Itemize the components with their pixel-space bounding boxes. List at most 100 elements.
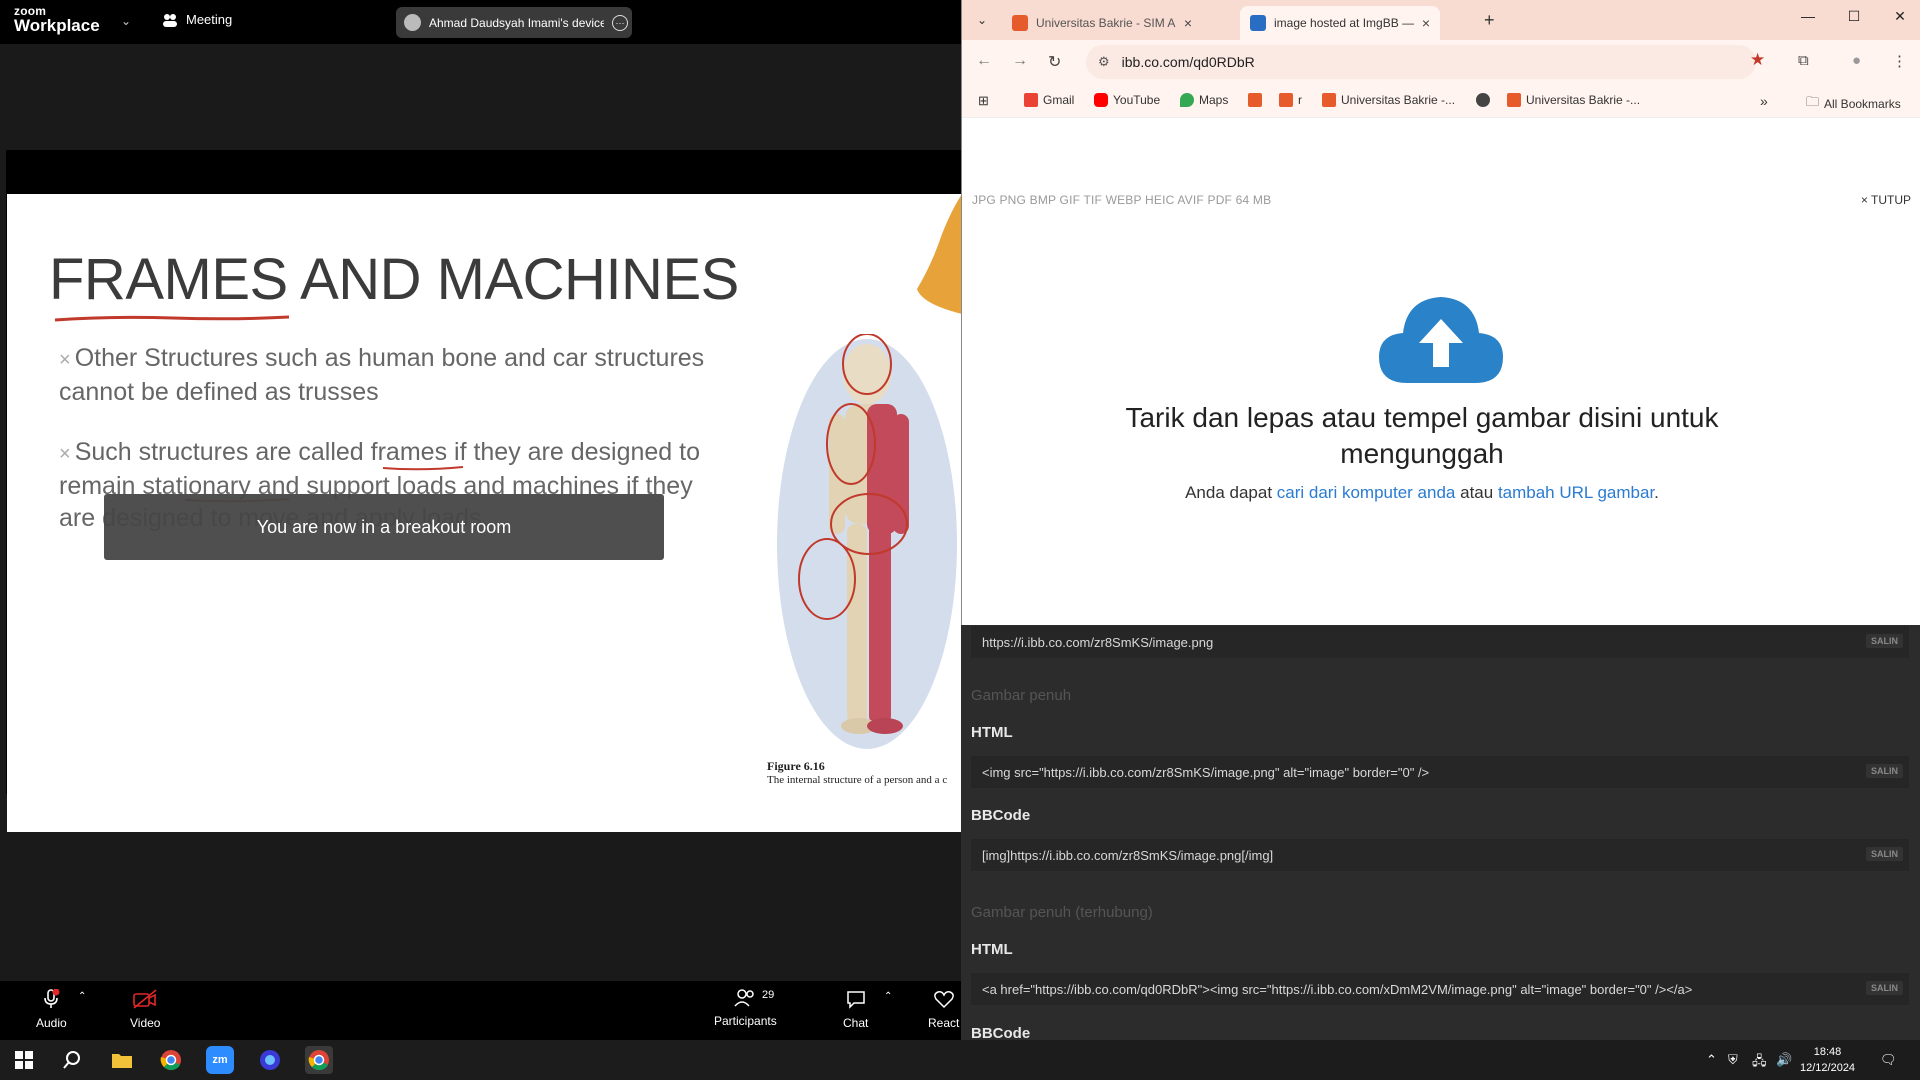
- brave-shield-icon: [1279, 93, 1293, 107]
- file-explorer-icon[interactable]: [108, 1046, 136, 1074]
- maximize-icon[interactable]: ☐: [1842, 8, 1866, 25]
- clock-date: 12/12/2024: [1800, 1062, 1856, 1074]
- tab-sim-akademik[interactable]: Universitas Bakrie - SIM Akademik ×: [1002, 6, 1202, 40]
- human-skeleton-illustration: [777, 334, 957, 749]
- site-settings-icon[interactable]: ⚙: [1098, 54, 1110, 70]
- audio-button[interactable]: Audio: [36, 988, 67, 1030]
- video-label: Video: [130, 1016, 161, 1030]
- close-icon[interactable]: ×: [1184, 15, 1192, 31]
- imgbb-upload-overlay: JPG PNG BMP GIF TIF WEBP HEIC AVIF PDF 6…: [962, 118, 1920, 625]
- chat-icon: [846, 991, 865, 1009]
- url-text: ibb.co.com/qd0RDbR: [1121, 54, 1255, 70]
- participants-label: Participants: [714, 1014, 777, 1028]
- bookmark-label: Maps: [1199, 93, 1229, 107]
- bookmark-label: r: [1298, 93, 1302, 107]
- browse-computer-link[interactable]: cari dari komputer anda: [1277, 483, 1456, 502]
- chrome-active-icon[interactable]: [305, 1046, 333, 1074]
- back-arrow-icon[interactable]: ←: [976, 52, 992, 70]
- meeting-people-icon: [163, 13, 177, 27]
- bookmark-globe[interactable]: [1476, 93, 1490, 107]
- bookmark-universitas-bakrie-2[interactable]: Universitas Bakrie -...: [1507, 93, 1640, 107]
- bookmark-star-icon[interactable]: ★: [1750, 50, 1765, 70]
- extensions-puzzle-icon[interactable]: ⧉: [1798, 52, 1809, 69]
- more-icon[interactable]: ···: [612, 14, 628, 31]
- close-overlay-button[interactable]: × TUTUP: [1861, 193, 1911, 207]
- all-bookmarks-button[interactable]: 🗀 All Bookmarks: [1806, 93, 1901, 115]
- tab-imgbb[interactable]: image hosted at ImgBB — ImgBB ×: [1240, 6, 1440, 40]
- bookmark-brave-1[interactable]: [1248, 93, 1262, 107]
- chat-button[interactable]: Chat: [843, 989, 868, 1030]
- copy-button[interactable]: SALIN: [1866, 847, 1903, 861]
- screen-share-indicator[interactable]: Ahmad Daudsyah Imami's device ···: [396, 7, 632, 38]
- copy-button[interactable]: SALIN: [1866, 634, 1903, 648]
- reload-icon[interactable]: ↻: [1048, 52, 1061, 72]
- bookmark-maps[interactable]: Maps: [1180, 93, 1228, 107]
- windows-start-icon[interactable]: [10, 1046, 38, 1074]
- slide-bullet-1: × Other Structures such as human bone and…: [59, 342, 709, 408]
- apps-grid-icon[interactable]: ⊞: [978, 93, 989, 109]
- html-full-field[interactable]: <img src="https://i.ibb.co.com/zr8SmKS/i…: [971, 756, 1909, 788]
- search-icon[interactable]: [58, 1046, 86, 1074]
- bookmark-r[interactable]: r: [1279, 93, 1302, 107]
- imgbb-favicon-icon: [1250, 15, 1266, 31]
- heart-icon: [933, 991, 954, 1009]
- chat-options-chevron-icon[interactable]: ⌃: [884, 991, 892, 1002]
- security-icon[interactable]: ⛨: [1728, 1052, 1738, 1068]
- add-image-url-link[interactable]: tambah URL gambar: [1498, 483, 1654, 502]
- chrome-icon[interactable]: [157, 1046, 185, 1074]
- participants-icon: [734, 989, 755, 1007]
- windows-taskbar: zm ⌃ ⛨ 🖧 🔊 18:48 12/12/2024 🗨: [0, 1040, 1920, 1080]
- html-linked-field[interactable]: <a href="https://ibb.co.com/qd0RDbR"><im…: [971, 973, 1909, 1005]
- bookmark-label: YouTube: [1113, 93, 1161, 107]
- bbcode-full-field[interactable]: [img]https://i.ibb.co.com/zr8SmKS/image.…: [971, 839, 1909, 871]
- bookmarks-bar: ⊞ Gmail YouTube Maps r Universitas Bakri…: [962, 85, 1920, 118]
- chevron-down-icon[interactable]: ⌄: [121, 14, 131, 28]
- slide-title: FRAMES AND MACHINES: [49, 247, 739, 312]
- drop-zone-subtitle: Anda dapat cari dari komputer anda atau …: [1082, 483, 1762, 503]
- bookmark-gmail[interactable]: Gmail: [1024, 93, 1074, 107]
- brave-shield-favicon-icon: [1012, 15, 1028, 31]
- video-button[interactable]: Video: [130, 989, 160, 1030]
- figure-caption: Figure 6.16 The internal structure of a …: [767, 759, 947, 786]
- tab-search-chevron-icon[interactable]: ⌄: [970, 8, 994, 32]
- zoom-app-icon[interactable]: zm: [206, 1046, 234, 1074]
- more-bookmarks-chevron-icon[interactable]: »: [1760, 93, 1768, 109]
- close-icon[interactable]: ×: [1422, 15, 1430, 31]
- react-button[interactable]: React: [928, 989, 959, 1030]
- window-close-icon[interactable]: ✕: [1888, 8, 1912, 25]
- meeting-label: Meeting: [186, 12, 233, 27]
- clock-time: 18:48: [1813, 1046, 1842, 1058]
- bookmark-universitas-bakrie-1[interactable]: Universitas Bakrie -...: [1322, 93, 1455, 107]
- browser-app-icon[interactable]: [256, 1046, 284, 1074]
- show-hidden-icons-chevron-icon[interactable]: ⌃: [1706, 1052, 1717, 1068]
- audio-options-chevron-icon[interactable]: ⌃: [78, 991, 86, 1002]
- system-clock[interactable]: 18:48 12/12/2024: [1800, 1044, 1855, 1076]
- address-bar[interactable]: ⚙ ibb.co.com/qd0RDbR: [1086, 45, 1756, 79]
- volume-icon[interactable]: 🔊: [1776, 1052, 1792, 1068]
- microphone-icon: [44, 988, 60, 1008]
- drop-sub-mid: atau: [1460, 483, 1494, 502]
- profile-icon[interactable]: ●: [1852, 52, 1861, 69]
- notifications-icon[interactable]: 🗨: [1880, 1052, 1897, 1068]
- participants-count: 29: [762, 989, 775, 1001]
- tab-strip: ⌄ Universitas Bakrie - SIM Akademik × im…: [962, 0, 1920, 40]
- network-icon[interactable]: 🖧: [1752, 1052, 1767, 1074]
- forward-arrow-icon[interactable]: →: [1012, 52, 1028, 70]
- zoom-logo: zoom Workplace: [14, 5, 100, 34]
- direct-link-field[interactable]: https://i.ibb.co.com/zr8SmKS/image.png S…: [971, 626, 1909, 658]
- cloud-upload-icon[interactable]: [1377, 293, 1505, 385]
- participants-button[interactable]: 29 Participants: [714, 989, 777, 1028]
- new-tab-plus-icon[interactable]: +: [1484, 10, 1495, 31]
- bookmark-youtube[interactable]: YouTube: [1094, 93, 1160, 107]
- chrome-menu-icon[interactable]: ⋮: [1892, 52, 1907, 70]
- copy-button[interactable]: SALIN: [1866, 764, 1903, 778]
- copy-button[interactable]: SALIN: [1866, 981, 1903, 995]
- html-full-text: <img src="https://i.ibb.co.com/zr8SmKS/i…: [982, 764, 1430, 780]
- meeting-button[interactable]: Meeting: [162, 12, 232, 27]
- zoom-logo-line2: Workplace: [14, 16, 100, 35]
- minimize-icon[interactable]: —: [1796, 8, 1820, 24]
- bbcode-label: BBCode: [971, 807, 1031, 824]
- supported-formats: JPG PNG BMP GIF TIF WEBP HEIC AVIF PDF 6…: [972, 193, 1272, 207]
- bookmark-label: Universitas Bakrie -...: [1341, 93, 1456, 107]
- gmail-icon: [1024, 93, 1038, 107]
